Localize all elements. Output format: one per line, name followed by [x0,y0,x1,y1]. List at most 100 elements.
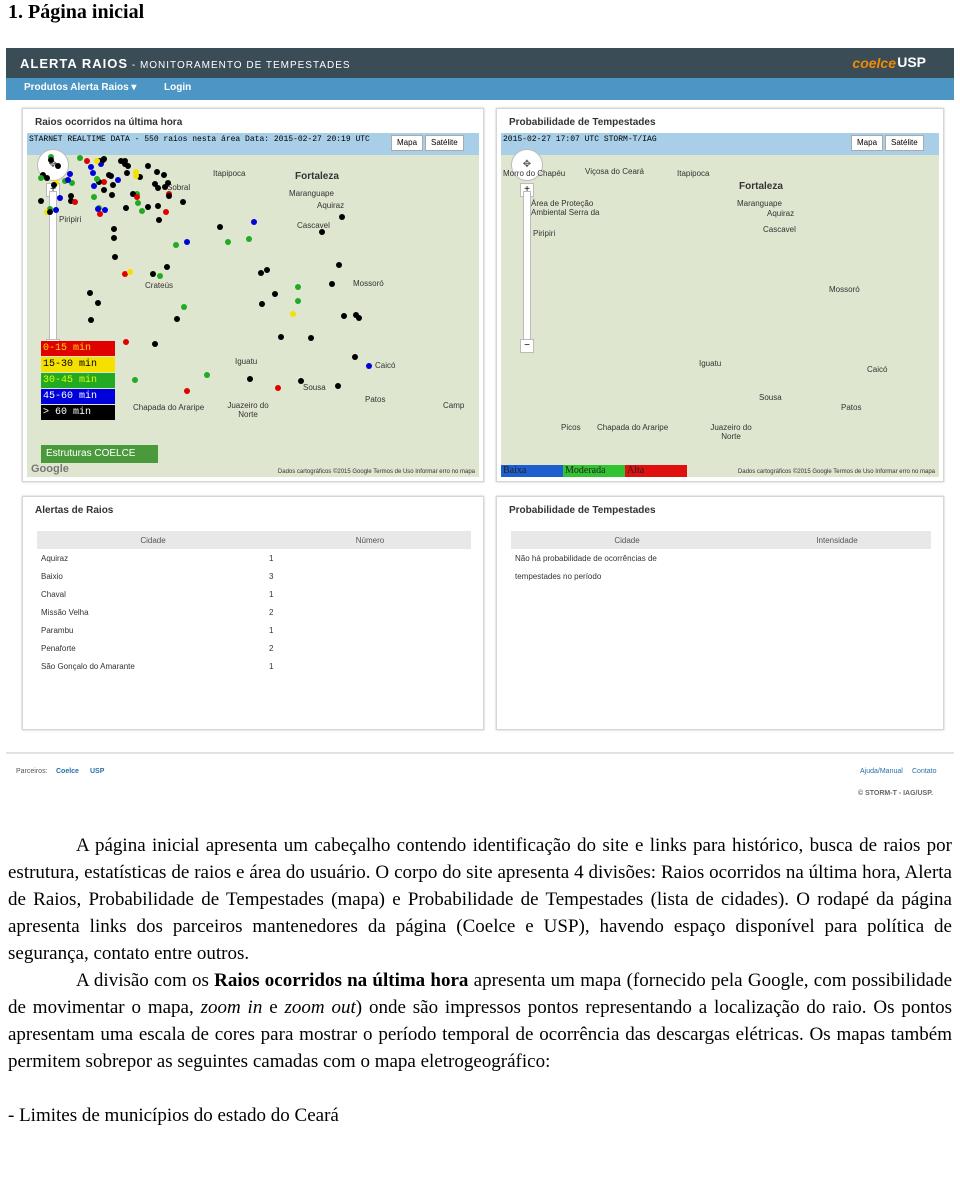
lightning-point [157,273,163,279]
count-cell: 1 [269,625,274,635]
panel-title: Raios ocorridos na última hora [35,117,183,128]
city-label: Picos [561,423,581,432]
city-label: Piripiri [533,229,556,238]
legend-0-15: 0-15 min [41,341,115,356]
city-label: Itapipoca [677,169,710,178]
lightning-point [341,313,347,319]
count-cell: 3 [269,571,274,581]
map-data-header: 2015-02-27 17:07 UTC STORM-T/IAG [503,135,657,144]
lightning-point [125,163,131,169]
lightning-point [100,157,106,163]
table-row: Chaval 1 [37,585,471,603]
lightning-point [133,173,139,179]
lightning-point [352,354,358,360]
lightning-point [336,262,342,268]
site-screenshot: ALERTA RAIOS - MONITORAMENTO DE TEMPESTA… [6,48,954,806]
lightning-point [106,172,112,178]
zoom-out-button[interactable]: − [520,339,534,353]
lightning-point [217,224,223,230]
legend-60-plus: > 60 min [41,405,115,420]
lightning-point [275,385,281,391]
column-header[interactable]: Intensidade [743,531,931,549]
partners-label: Parceiros: [16,768,48,775]
partner-coelce-link[interactable]: Coelce [56,768,79,775]
city-label: Caicó [867,365,888,374]
city-label: Viçosa do Ceará [585,167,644,176]
site-logo[interactable]: ALERTA RAIOS - MONITORAMENTO DE TEMPESTA… [20,56,351,71]
nav-produtos[interactable]: Produtos Alerta Raios ▾ [24,82,136,93]
lightning-point [184,388,190,394]
column-header[interactable]: Número [269,531,471,549]
zoom-slider[interactable] [523,191,531,343]
partner-usp-link[interactable]: USP [90,768,104,775]
map-button[interactable]: Mapa [391,135,424,151]
lightning-point [278,334,284,340]
lightning-point [295,298,301,304]
site-footer: Parceiros: Coelce USP Ajuda/Manual Conta… [6,752,954,806]
lightning-point [127,269,133,275]
count-cell: 2 [269,643,274,653]
nav-login[interactable]: Login [164,82,191,93]
count-cell: 2 [269,607,274,617]
city-label: Patos [365,395,386,404]
city-label: Piripiri [59,215,82,224]
legend-baixa: Baixa [501,465,563,477]
city-label: Iguatu [699,359,722,368]
panel-title: Probabilidade de Tempestades [509,117,656,128]
city-label: Maranguape [289,189,334,198]
coelce-logo[interactable]: coelce [852,55,896,71]
lightning-point [115,177,121,183]
help-link[interactable]: Ajuda/Manual [860,768,903,775]
satellite-button[interactable]: Satélite [885,135,924,151]
lightning-point [155,185,161,191]
lightning-point [88,317,94,323]
lightning-point [180,199,186,205]
map-credits[interactable]: Dados cartográficos ©2015 Google Termos … [278,469,475,475]
city-label: Itapipoca [213,169,246,178]
lightning-point [112,254,118,260]
column-header[interactable]: Cidade [37,531,269,549]
column-header[interactable]: Cidade [511,531,743,549]
count-cell: 1 [269,589,274,599]
satellite-button[interactable]: Satélite [425,135,464,151]
table-row: Missão Velha 2 [37,603,471,621]
lightning-point [135,200,141,206]
site-nav: Produtos Alerta Raios ▾ Login [6,78,954,100]
lightning-point [48,157,54,163]
raios-map[interactable]: STARNET REALTIME DATA - 550 raios nesta … [27,133,479,477]
legend-alta: Alta [625,465,687,477]
map-credits[interactable]: Dados cartográficos ©2015 Google Termos … [738,469,935,475]
map-button[interactable]: Mapa [851,135,884,151]
legend-30-45: 30-45 min [41,373,115,388]
city-cell: Aquiraz [41,553,69,563]
city-label: Morro do Chapéu [503,169,566,178]
prob-map-panel: Probabilidade de Tempestades 2015-02-27 … [496,108,944,482]
city-label: Cascavel [763,225,796,234]
lightning-point [166,193,172,199]
city-label: Sousa [303,383,326,392]
city-cell: Penaforte [41,643,76,653]
lightning-point [88,164,94,170]
table-row: Parambu 1 [37,621,471,639]
city-label: Caicó [375,361,396,370]
lightning-point [65,177,71,183]
lightning-point [110,182,116,188]
prob-map[interactable]: 2015-02-27 17:07 UTC STORM-T/IAG Mapa Sa… [501,133,939,477]
lightning-point [95,206,101,212]
raios-panel: Raios ocorridos na última hora STARNET R… [22,108,484,482]
contact-link[interactable]: Contato [912,768,937,775]
city-label: Aquiraz [767,209,795,218]
lightning-point [67,171,73,177]
lightning-point [91,194,97,200]
usp-logo[interactable]: USP [897,54,926,70]
city-label: Chapada do Araripe [133,403,205,412]
count-cell: 1 [269,661,274,671]
lightning-point [95,300,101,306]
lightning-point [145,204,151,210]
lightning-point [173,242,179,248]
lightning-point [94,176,100,182]
structures-toggle-button[interactable]: Estruturas COELCE [41,445,158,463]
city-label: Área de Proteção Ambiental Serra da [531,199,600,217]
empty-message: Não há probabilidade de ocorrências de [515,553,657,563]
panel-title: Alertas de Raios [35,505,114,516]
